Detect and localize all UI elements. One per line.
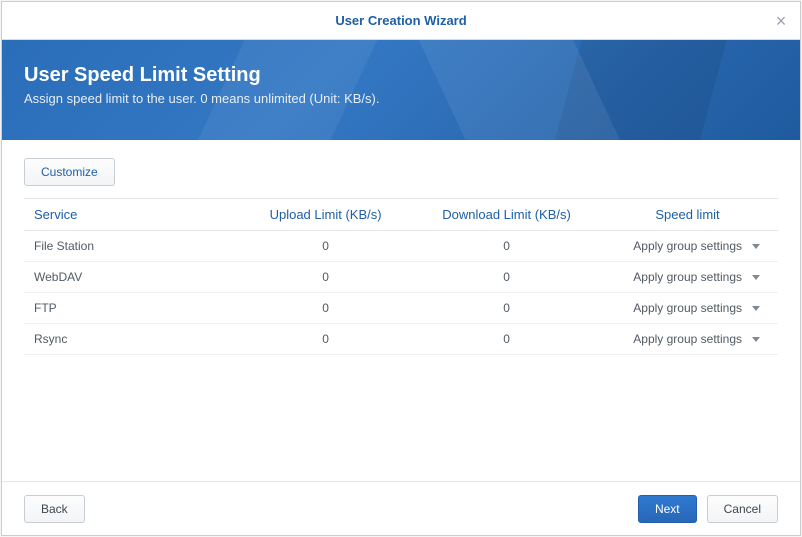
table-row[interactable]: File Station00Apply group settings [24,231,778,262]
cell-service: Rsync [24,324,235,355]
page-heading: User Speed Limit Setting [24,64,778,87]
table-header-row: Service Upload Limit (KB/s) Download Lim… [24,199,778,231]
customize-button[interactable]: Customize [24,158,115,186]
chevron-down-icon [752,244,760,249]
cell-speed-limit: Apply group settings [597,262,778,293]
chevron-down-icon [752,337,760,342]
speed-limit-dropdown[interactable]: Apply group settings [607,301,768,315]
table-row[interactable]: Rsync00Apply group settings [24,324,778,355]
speed-limit-label: Apply group settings [633,239,742,253]
cell-upload: 0 [235,262,416,293]
titlebar: User Creation Wizard × [2,2,800,40]
cell-download: 0 [416,293,597,324]
content-area: Customize Service Upload Limit (KB/s) Do… [2,140,800,481]
speed-limit-label: Apply group settings [633,332,742,346]
col-upload[interactable]: Upload Limit (KB/s) [235,199,416,231]
table-row[interactable]: FTP00Apply group settings [24,293,778,324]
back-button[interactable]: Back [24,495,85,523]
speed-limit-label: Apply group settings [633,301,742,315]
next-button[interactable]: Next [638,495,697,523]
col-speed[interactable]: Speed limit [597,199,778,231]
cell-speed-limit: Apply group settings [597,231,778,262]
cell-upload: 0 [235,324,416,355]
chevron-down-icon [752,306,760,311]
speed-limit-label: Apply group settings [633,270,742,284]
col-download[interactable]: Download Limit (KB/s) [416,199,597,231]
footer: Back Next Cancel [2,481,800,535]
wizard-window: User Creation Wizard × User Speed Limit … [1,1,801,536]
speed-limit-table: Service Upload Limit (KB/s) Download Lim… [24,198,778,355]
speed-limit-dropdown[interactable]: Apply group settings [607,239,768,253]
cell-download: 0 [416,231,597,262]
window-title: User Creation Wizard [335,13,466,28]
col-service[interactable]: Service [24,199,235,231]
toolbar: Customize [24,158,778,186]
page-description: Assign speed limit to the user. 0 means … [24,91,778,106]
cell-service: FTP [24,293,235,324]
banner: User Speed Limit Setting Assign speed li… [2,40,800,140]
cell-speed-limit: Apply group settings [597,324,778,355]
speed-limit-dropdown[interactable]: Apply group settings [607,332,768,346]
cell-download: 0 [416,262,597,293]
cell-service: File Station [24,231,235,262]
cell-upload: 0 [235,293,416,324]
cell-upload: 0 [235,231,416,262]
cell-service: WebDAV [24,262,235,293]
chevron-down-icon [752,275,760,280]
cancel-button[interactable]: Cancel [707,495,778,523]
cell-speed-limit: Apply group settings [597,293,778,324]
table-row[interactable]: WebDAV00Apply group settings [24,262,778,293]
speed-limit-dropdown[interactable]: Apply group settings [607,270,768,284]
close-icon[interactable]: × [772,12,790,30]
cell-download: 0 [416,324,597,355]
